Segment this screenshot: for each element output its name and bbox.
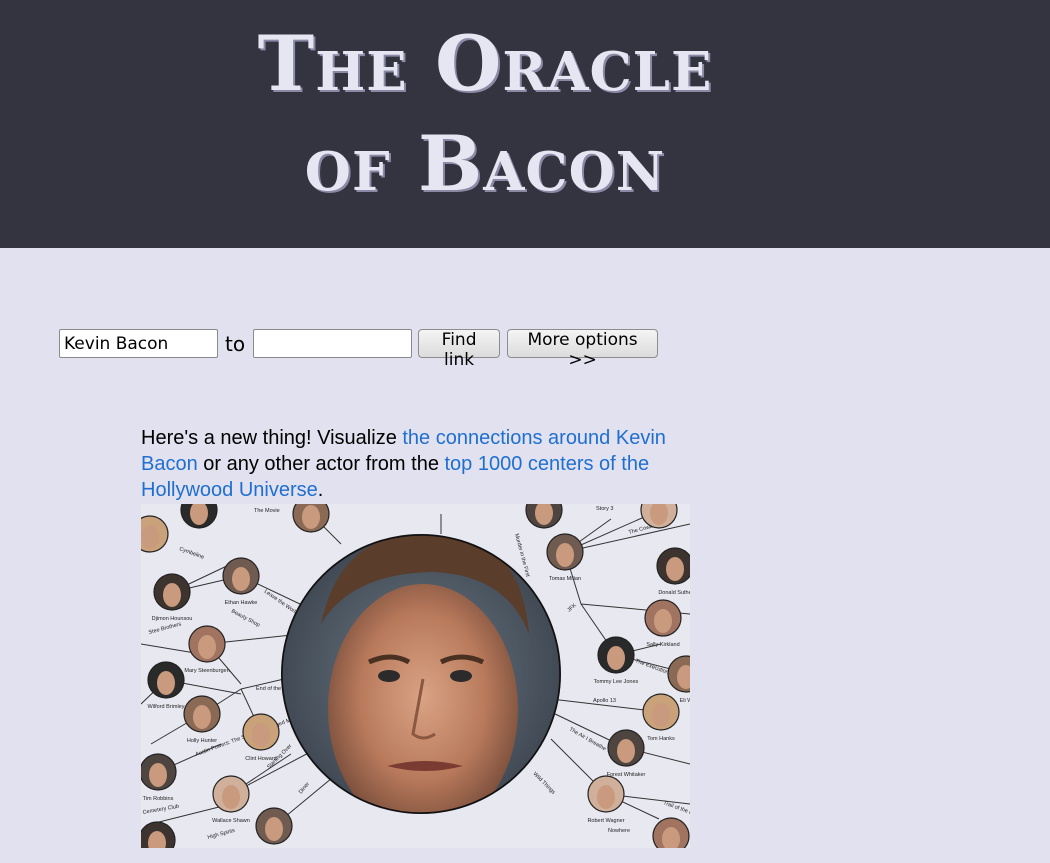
actor-name-label: Ethan Hawke bbox=[225, 600, 258, 606]
actor-face-icon[interactable] bbox=[642, 693, 680, 731]
site-header: The Oracle of Bacon bbox=[0, 0, 1050, 248]
actor-name-label: Wilford Brimley bbox=[148, 704, 185, 710]
actor-face-icon[interactable] bbox=[141, 753, 177, 791]
actor-name-label: Sally Kirkland bbox=[646, 642, 679, 648]
actor-face-shape bbox=[302, 505, 320, 529]
actor-face-icon[interactable] bbox=[141, 821, 176, 848]
actor-face-icon[interactable] bbox=[242, 713, 280, 751]
actor-face-shape bbox=[193, 705, 211, 729]
actor-face-shape bbox=[252, 723, 270, 747]
center-actor-photo bbox=[281, 534, 561, 814]
actor-face-icon[interactable] bbox=[212, 775, 250, 813]
promo-intro: Here's a new thing! Visualize bbox=[141, 427, 403, 449]
actor-name-label: Mary Steenburgen bbox=[184, 668, 229, 674]
movie-title-label: Stee Brothers bbox=[148, 621, 182, 636]
actor-name-label: Tommy Lee Jones bbox=[594, 679, 639, 685]
actor-name-label: Djimon Hounsou bbox=[152, 616, 193, 622]
actor-face-icon[interactable] bbox=[255, 807, 293, 845]
movie-title-label: High Spirits bbox=[207, 828, 236, 841]
movie-title-label: Nowhere bbox=[608, 828, 630, 834]
actor-face-icon[interactable] bbox=[180, 504, 218, 529]
actor-name-label: Tom Hanks bbox=[647, 736, 675, 742]
actor-face-icon[interactable] bbox=[153, 573, 191, 611]
actor-name-label: Wallace Shawn bbox=[212, 818, 250, 824]
actor-name-label: Tim Robbins bbox=[143, 796, 174, 802]
actor-face-shape bbox=[556, 543, 574, 567]
actor-face-icon[interactable] bbox=[147, 661, 185, 699]
actor-face-icon[interactable] bbox=[597, 636, 635, 674]
from-actor-input[interactable] bbox=[59, 329, 218, 358]
actor-name-label: Eli W bbox=[680, 698, 690, 704]
actor-face-shape bbox=[666, 557, 684, 581]
actor-face-shape bbox=[149, 763, 167, 787]
actor-face-shape bbox=[265, 817, 283, 841]
actor-face-shape bbox=[607, 646, 625, 670]
actor-face-shape bbox=[198, 635, 216, 659]
connections-graph: The MovieCymbelineLeave the World Behind… bbox=[141, 504, 690, 848]
movie-title-label: Diner bbox=[298, 781, 311, 795]
actor-face-icon[interactable] bbox=[188, 625, 226, 663]
movie-title-label: Beauty Shop bbox=[230, 608, 261, 628]
actor-name-label: Holly Hunter bbox=[187, 738, 217, 744]
find-link-button[interactable]: Find link bbox=[418, 329, 501, 370]
movie-title-label: Cymbeline bbox=[178, 546, 204, 561]
movie-title-label: Cemetery Club bbox=[142, 804, 179, 816]
actor-name-label: Tomas Milian bbox=[549, 576, 581, 582]
actor-face-shape bbox=[597, 785, 615, 809]
actor-face-icon[interactable] bbox=[141, 515, 169, 553]
actor-face-icon[interactable] bbox=[652, 817, 690, 848]
actor-face-icon[interactable] bbox=[644, 599, 682, 637]
movie-title-label: Apollo 13 bbox=[593, 698, 616, 704]
more-options-button[interactable]: More options >> bbox=[507, 329, 659, 370]
movie-title-label: Wild Things bbox=[532, 771, 557, 796]
connections-visualization[interactable]: The Movie Cymbeline Leave the World Behind… bbox=[141, 504, 690, 848]
actor-face-icon[interactable] bbox=[546, 533, 584, 571]
actor-face-shape bbox=[163, 583, 181, 607]
search-form: to Find link More options >> bbox=[59, 329, 659, 370]
actor-face-shape bbox=[617, 739, 635, 763]
actor-face-shape bbox=[222, 785, 240, 809]
actor-face-shape bbox=[652, 703, 670, 727]
to-label: to bbox=[225, 331, 246, 356]
to-actor-input[interactable] bbox=[253, 329, 413, 358]
promo-text: Here's a new thing! Visualize the connec… bbox=[141, 425, 681, 503]
movie-title-label: JFK bbox=[566, 602, 578, 613]
actor-face-icon[interactable] bbox=[183, 695, 221, 733]
site-title-line-1[interactable]: The Oracle bbox=[0, 26, 970, 102]
promo-middle: or any other actor from the bbox=[197, 453, 445, 475]
movie-title-label: The Movie bbox=[254, 508, 280, 514]
actor-face-icon[interactable] bbox=[525, 504, 563, 529]
actor-face-icon[interactable] bbox=[292, 504, 330, 533]
movie-title-label: The Air I Breathe bbox=[568, 727, 607, 753]
actor-face-icon[interactable] bbox=[607, 729, 645, 767]
actor-face-shape bbox=[232, 567, 250, 591]
movie-title-label: Story 3 bbox=[596, 506, 613, 512]
actor-face-shape bbox=[654, 609, 672, 633]
actor-face-shape bbox=[141, 525, 159, 549]
actor-name-label: Donald Suthe bbox=[658, 590, 690, 596]
actor-face-shape bbox=[157, 671, 175, 695]
site-title-line-2[interactable]: of Bacon bbox=[0, 126, 970, 202]
actor-name-label: Robert Wagner bbox=[587, 818, 624, 824]
promo-end: . bbox=[317, 479, 324, 501]
actor-face-icon[interactable] bbox=[667, 655, 690, 693]
actor-face-icon[interactable] bbox=[222, 557, 260, 595]
actor-face-icon[interactable] bbox=[587, 775, 625, 813]
actor-name-label: Clint Howard bbox=[245, 756, 276, 762]
actor-face-icon[interactable] bbox=[656, 547, 690, 585]
